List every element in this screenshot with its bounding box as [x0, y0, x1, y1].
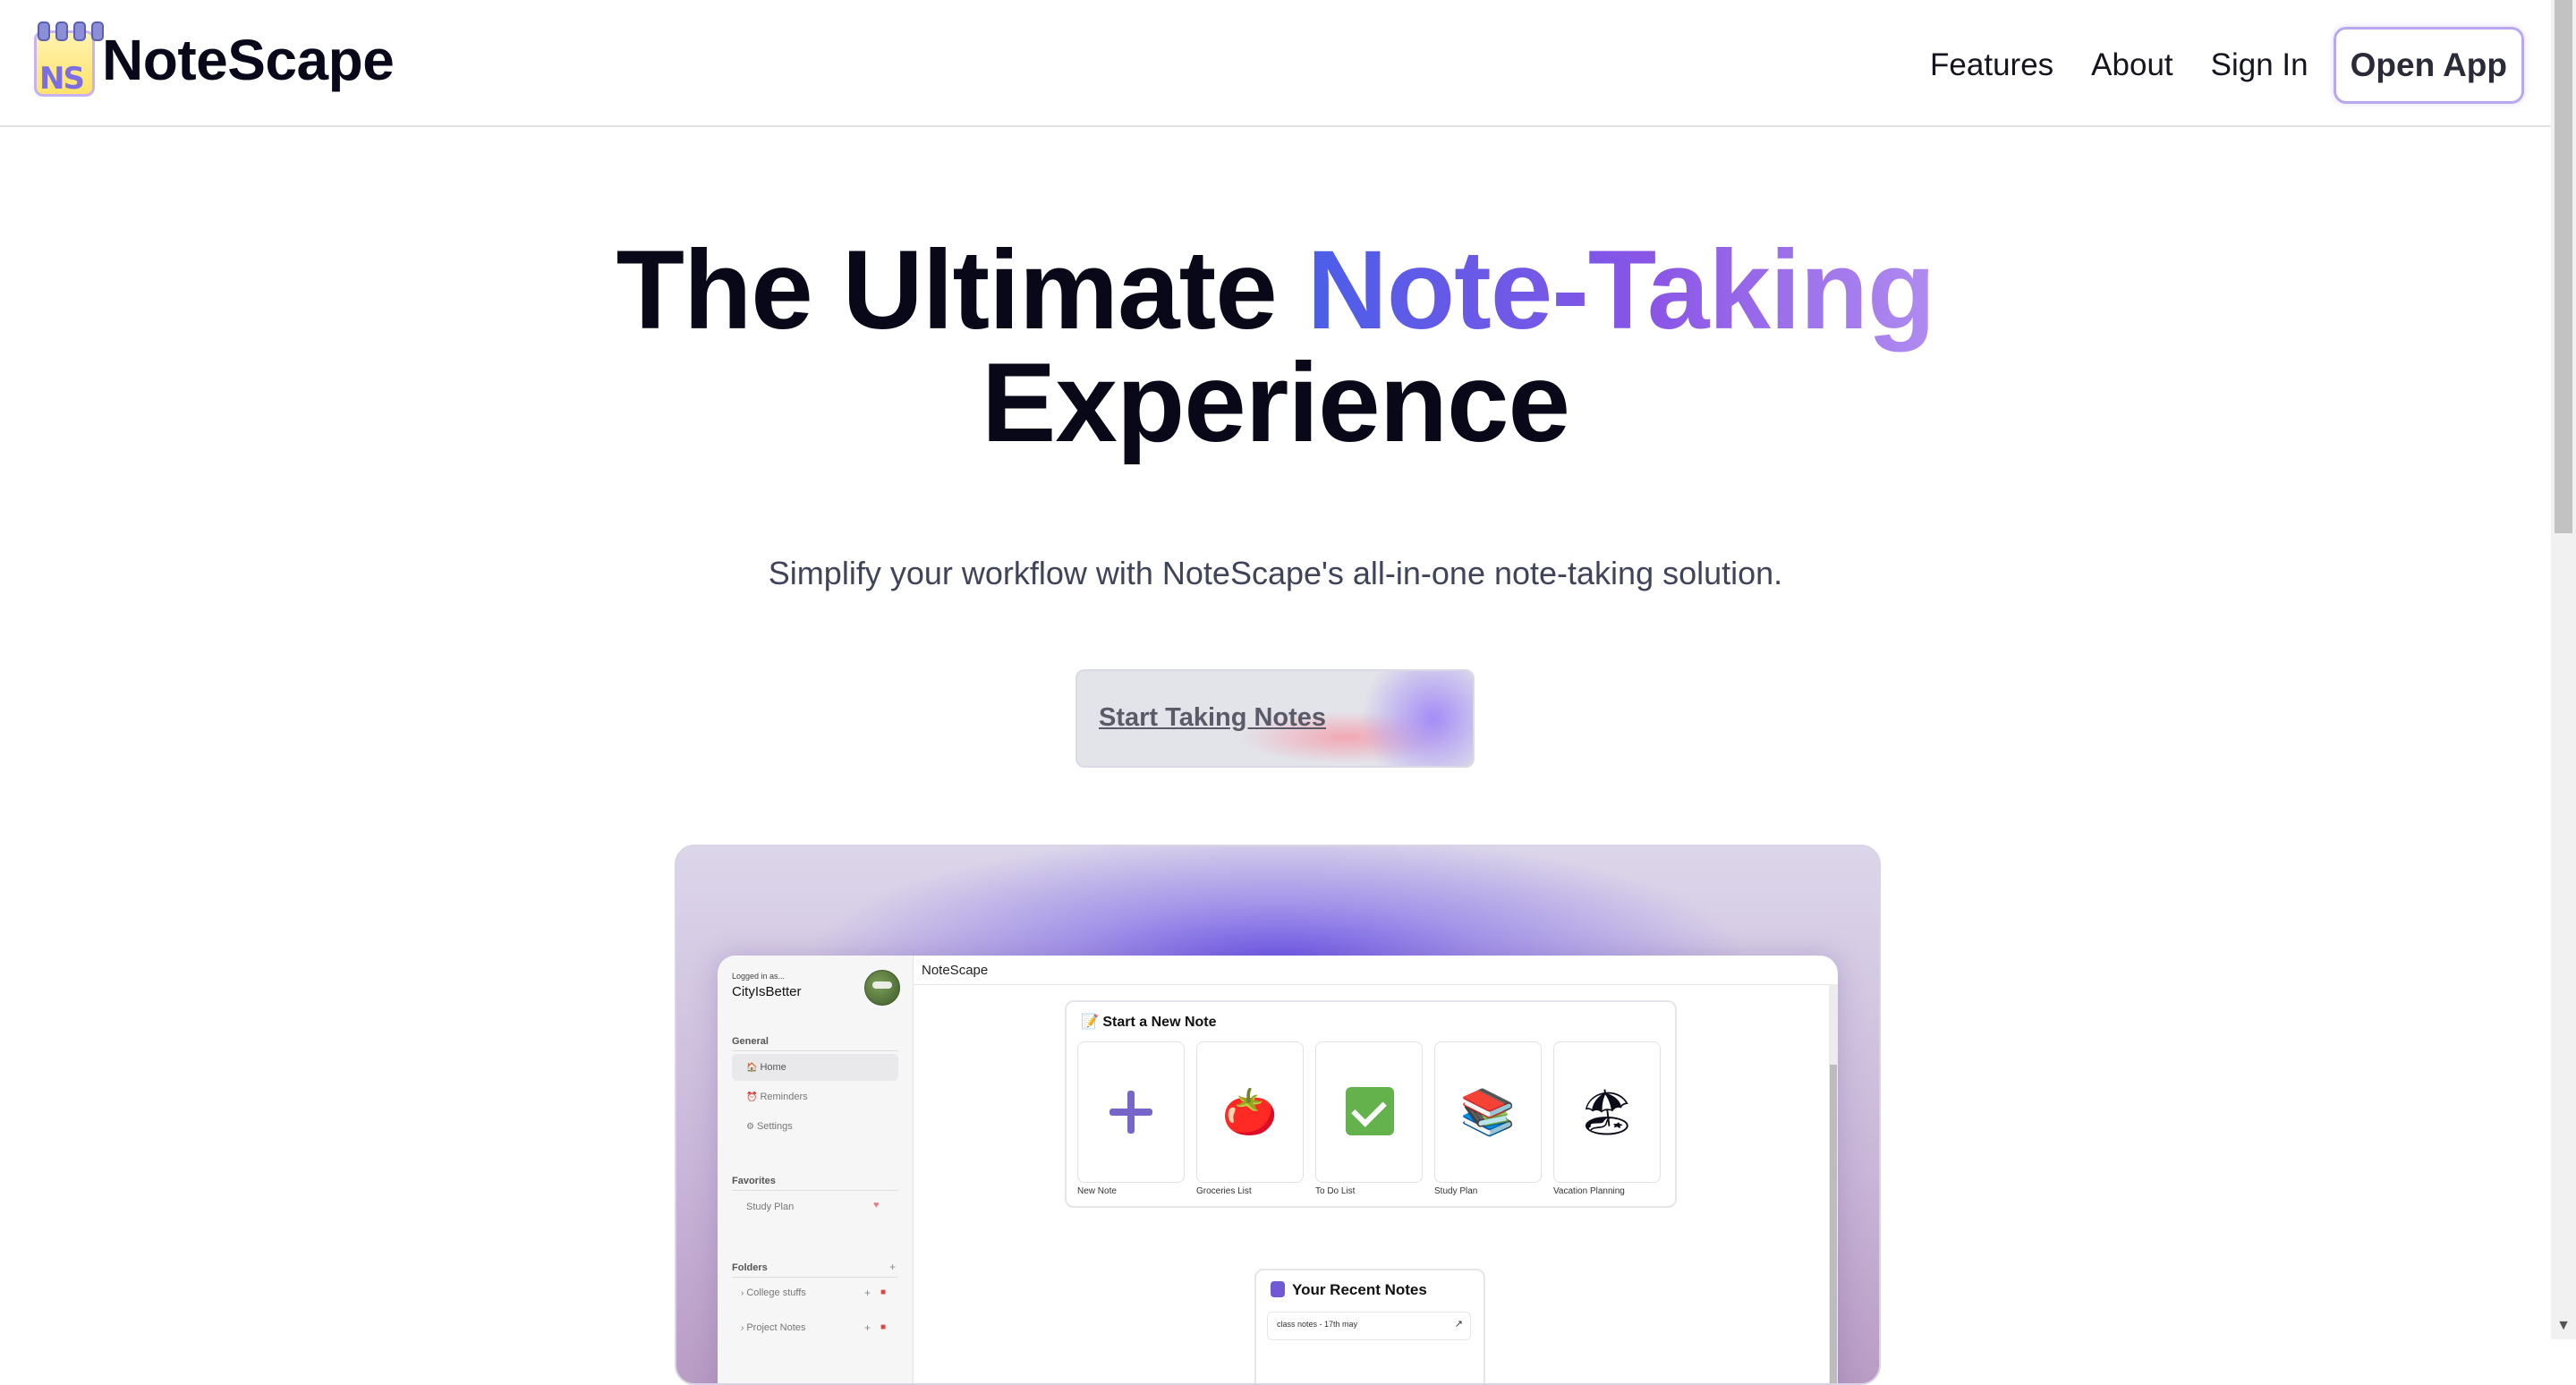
preview-app-title: NoteScape — [922, 963, 989, 978]
preview-topbar: NoteScape — [913, 956, 1838, 985]
check-icon — [1346, 1087, 1394, 1135]
new-note-panel: 📝 Start a New Note New Note 🍅 Groceries … — [1065, 1000, 1677, 1208]
nav-features[interactable]: Features — [1930, 47, 2053, 83]
add-note-icon[interactable]: + — [864, 1287, 871, 1299]
template-label: New Note — [1077, 1186, 1117, 1196]
chevron-right-icon: › — [741, 1288, 744, 1298]
sidebar-item-settings[interactable]: ⚙ Settings — [732, 1113, 898, 1140]
add-folder-icon[interactable]: + — [889, 1261, 896, 1273]
template-to-do-list[interactable] — [1315, 1041, 1423, 1183]
divider — [732, 1277, 898, 1278]
beach-umbrella-icon: 🏖 — [1578, 1087, 1636, 1137]
recent-notes-icon — [1271, 1281, 1285, 1297]
hero-title: The Ultimate Note-Taking Experience — [616, 228, 1936, 465]
template-label: Groceries List — [1196, 1186, 1252, 1196]
hero-title-highlight: Note-Taking — [1306, 228, 1935, 353]
gear-icon: ⚙ — [746, 1122, 754, 1132]
alarm-icon: ⏰ — [746, 1092, 758, 1102]
notepad-logo-icon: NS — [30, 21, 104, 98]
top-nav: Features About Sign In Open App — [1892, 27, 2524, 104]
sidebar-item-home[interactable]: 🏠 Home — [732, 1054, 898, 1081]
section-favorites: Favorites — [732, 1176, 776, 1186]
preview-scrollbar[interactable] — [1829, 984, 1838, 1383]
nav-about[interactable]: About — [2091, 47, 2172, 83]
template-label: To Do List — [1315, 1186, 1356, 1196]
trash-icon[interactable]: ■ — [880, 1322, 886, 1332]
recent-notes-panel: Your Recent Notes class notes - 17th may… — [1254, 1269, 1485, 1383]
template-new-note[interactable] — [1077, 1041, 1185, 1183]
avatar[interactable] — [864, 970, 900, 1006]
site-header: NS NoteScape Features About Sign In Open… — [0, 0, 2551, 127]
brand-logo[interactable]: NS NoteScape — [30, 21, 395, 98]
app-preview-showcase: Logged in as... CityIsBetter General 🏠 Ho… — [675, 845, 1881, 1385]
recent-notes-title: Your Recent Notes — [1292, 1281, 1427, 1298]
template-groceries-list[interactable]: 🍅 — [1196, 1041, 1304, 1183]
template-study-plan[interactable]: 📚 — [1434, 1041, 1542, 1183]
scroll-down-arrow-icon[interactable]: ▼ — [2556, 1318, 2571, 1334]
chevron-right-icon: › — [741, 1323, 744, 1333]
scrollbar-thumb[interactable] — [2555, 0, 2572, 533]
template-vacation-planning[interactable]: 🏖 — [1553, 1041, 1661, 1183]
sidebar-item-reminders[interactable]: ⏰ Reminders — [732, 1083, 898, 1110]
books-icon: 📚 — [1459, 1087, 1517, 1137]
nav-sign-in[interactable]: Sign In — [2211, 47, 2308, 83]
open-external-icon[interactable]: ↗ — [1455, 1318, 1463, 1330]
username: CityIsBetter — [732, 984, 802, 999]
preview-sidebar: Logged in as... CityIsBetter General 🏠 Ho… — [718, 956, 914, 1383]
start-taking-notes-button[interactable]: Start Taking Notes — [1075, 669, 1475, 768]
hero-subtitle: Simplify your workflow with NoteScape's … — [768, 555, 1783, 591]
section-general: General — [732, 1036, 769, 1047]
home-icon: 🏠 — [746, 1063, 758, 1073]
template-label: Vacation Planning — [1553, 1186, 1625, 1196]
page-scrollbar[interactable]: ▼ — [2551, 0, 2576, 1339]
divider — [732, 1050, 898, 1051]
logged-in-label: Logged in as... — [732, 972, 786, 981]
app-preview-window: Logged in as... CityIsBetter General 🏠 Ho… — [718, 956, 1838, 1383]
folder-item[interactable]: › College stuffs — [732, 1279, 898, 1306]
section-folders: Folders — [732, 1262, 768, 1273]
new-note-title: 📝 Start a New Note — [1081, 1015, 1217, 1030]
trash-icon[interactable]: ■ — [880, 1287, 886, 1297]
open-app-button[interactable]: Open App — [2333, 27, 2524, 104]
heart-icon[interactable]: ♥ — [873, 1200, 880, 1211]
template-label: Study Plan — [1434, 1186, 1478, 1196]
add-note-icon[interactable]: + — [864, 1321, 871, 1334]
recent-note-item[interactable]: class notes - 17th may ↗ — [1267, 1312, 1471, 1340]
divider — [732, 1190, 898, 1191]
brand-name: NoteScape — [102, 28, 395, 92]
folder-item[interactable]: › Project Notes — [732, 1314, 898, 1341]
tomato-icon: 🍅 — [1221, 1087, 1279, 1137]
cta-label[interactable]: Start Taking Notes — [1099, 703, 1326, 733]
